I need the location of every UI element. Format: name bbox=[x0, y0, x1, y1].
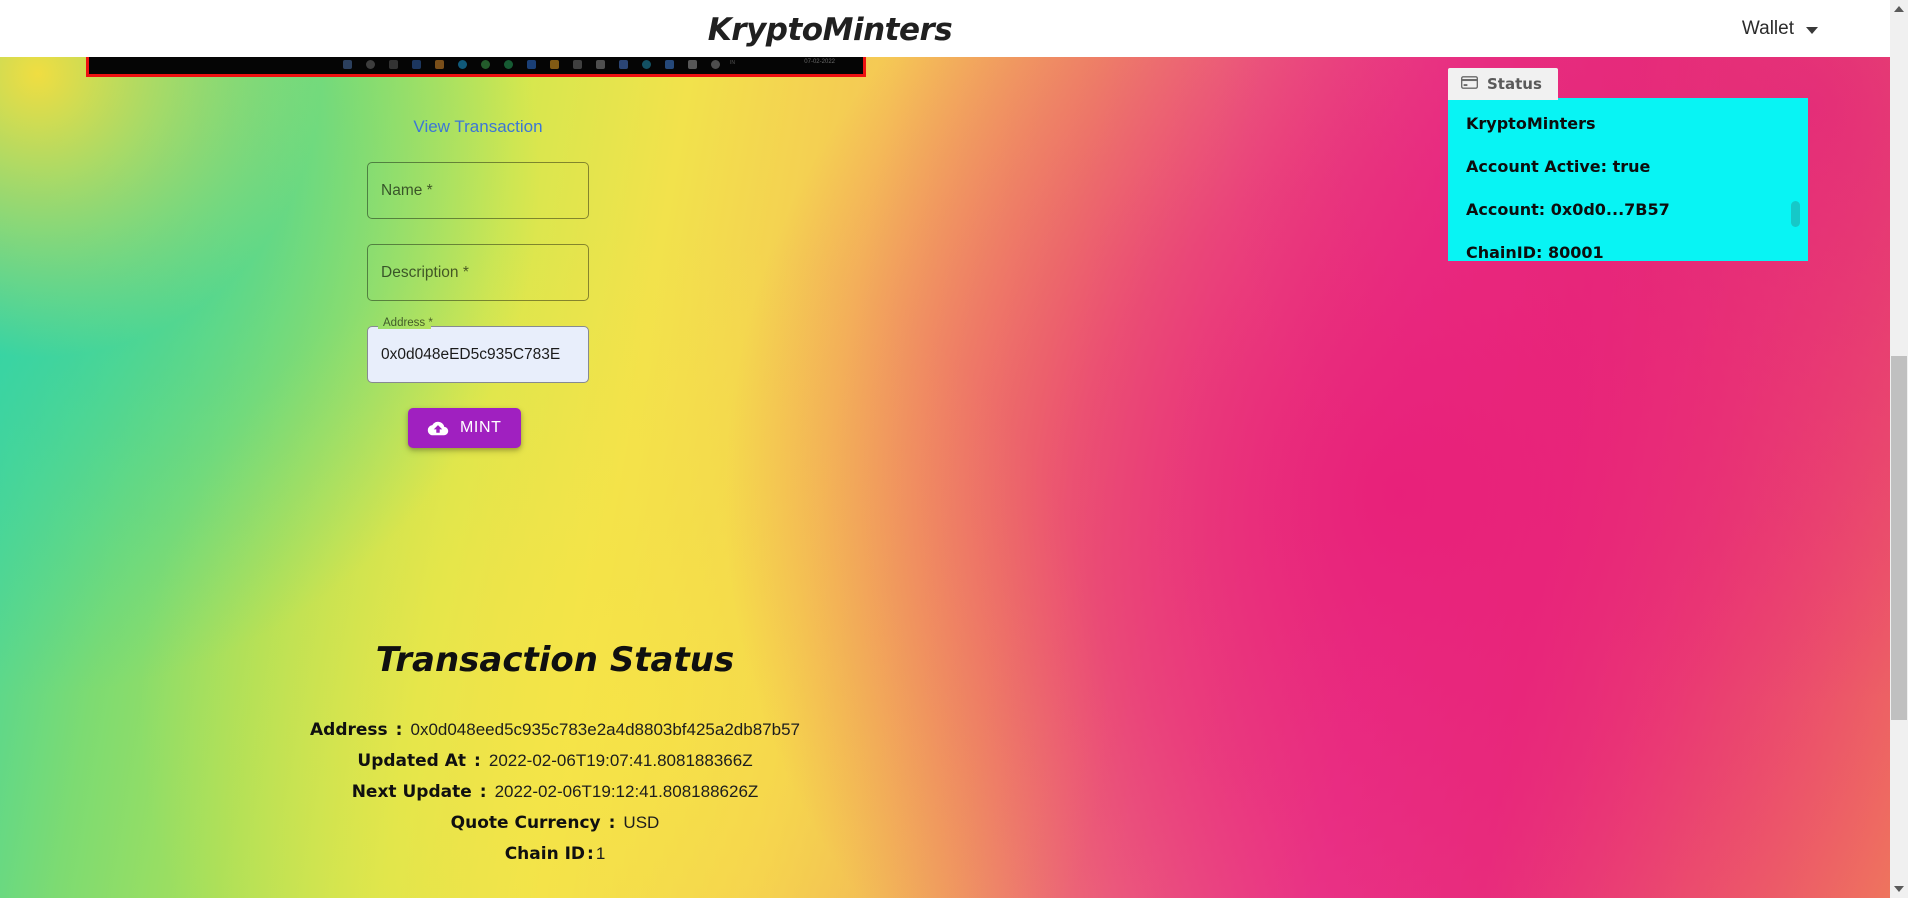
row-value: USD bbox=[623, 813, 660, 832]
row-separator: : bbox=[479, 782, 487, 802]
address-field-wrapper[interactable]: Address * bbox=[367, 317, 589, 383]
taskbar-icon bbox=[526, 60, 536, 69]
row-label: Address bbox=[310, 720, 388, 740]
transaction-status-heading: Transaction Status bbox=[375, 640, 735, 680]
browser-viewport: KryptoMinters Wallet IN 07-02-2022 View … bbox=[0, 0, 1908, 898]
window-scrollbar[interactable] bbox=[1890, 0, 1908, 898]
mint-button-label: MINT bbox=[460, 419, 502, 436]
status-panel-tab-label: Status bbox=[1487, 75, 1542, 93]
taskbar-icon bbox=[411, 60, 421, 69]
chevron-down-icon bbox=[1806, 27, 1818, 34]
transaction-status-row: Address : 0x0d048eed5c935c783e2a4d8803bf… bbox=[0, 720, 1100, 740]
transaction-status-row: Next Update : 2022-02-06T19:12:41.808188… bbox=[0, 782, 1100, 802]
row-separator: : bbox=[608, 813, 616, 833]
page-background: IN 07-02-2022 View Transaction Name * De… bbox=[0, 57, 1890, 898]
taskbar-icon bbox=[457, 60, 467, 69]
mint-button[interactable]: MINT bbox=[408, 408, 521, 448]
status-panel-body: KryptoMinters Account Active: true Accou… bbox=[1448, 98, 1808, 261]
row-separator: : bbox=[587, 844, 594, 864]
taskbar-icon bbox=[595, 60, 605, 69]
row-value: 0x0d048eed5c935c783e2a4d8803bf425a2db87b… bbox=[410, 720, 800, 739]
taskbar-icon bbox=[664, 60, 674, 69]
taskbar-icon bbox=[503, 60, 513, 69]
row-separator: : bbox=[395, 720, 403, 740]
row-separator: : bbox=[474, 751, 481, 771]
taskbar-locale: IN bbox=[730, 60, 735, 66]
mint-form: View Transaction Name * Description * Ad… bbox=[367, 117, 589, 448]
scroll-up-arrow-icon[interactable] bbox=[1890, 0, 1908, 18]
transaction-status-row: Quote Currency : USD bbox=[0, 813, 1100, 833]
description-input[interactable] bbox=[367, 244, 589, 301]
row-label: Updated At bbox=[357, 751, 467, 771]
taskbar-icon bbox=[549, 60, 559, 69]
taskbar-icon bbox=[434, 60, 444, 69]
status-line-app-name: KryptoMinters bbox=[1466, 114, 1596, 133]
row-label: Next Update bbox=[351, 782, 472, 802]
name-field-wrapper[interactable]: Name * bbox=[367, 162, 589, 219]
address-input[interactable] bbox=[367, 326, 589, 383]
taskbar-icon bbox=[641, 60, 651, 69]
app-header: KryptoMinters Wallet bbox=[0, 0, 1890, 57]
row-label: Quote Currency bbox=[450, 813, 601, 833]
taskbar-clock: 07-02-2022 bbox=[804, 59, 835, 65]
embedded-screenshot-image[interactable]: IN 07-02-2022 bbox=[86, 57, 866, 77]
scroll-down-arrow-icon[interactable] bbox=[1890, 880, 1908, 898]
taskbar-icon bbox=[365, 60, 375, 69]
status-panel: Status KryptoMinters Account Active: tru… bbox=[1448, 68, 1808, 261]
row-value: 2022-02-06T19:12:41.808188626Z bbox=[494, 782, 759, 801]
status-line-account: Account: 0x0d0...7B57 bbox=[1466, 200, 1670, 219]
wallet-menu-label: Wallet bbox=[1741, 18, 1794, 39]
view-transaction-link[interactable]: View Transaction bbox=[367, 117, 589, 137]
row-value: 2022-02-06T19:07:41.808188366Z bbox=[488, 751, 753, 770]
taskbar-icon bbox=[572, 60, 582, 69]
taskbar-icon bbox=[388, 60, 398, 69]
status-line-account-active: Account Active: true bbox=[1466, 157, 1651, 176]
scrollbar-thumb[interactable] bbox=[1891, 356, 1907, 720]
taskbar-icons bbox=[89, 57, 863, 74]
description-field-wrapper[interactable]: Description * bbox=[367, 244, 589, 301]
page-title: KryptoMinters bbox=[707, 12, 953, 48]
status-panel-tab[interactable]: Status bbox=[1448, 68, 1558, 100]
taskbar-icon bbox=[687, 60, 697, 69]
row-label: Chain ID bbox=[504, 844, 586, 864]
name-input[interactable] bbox=[367, 162, 589, 219]
transaction-status-row: Chain ID : 1 bbox=[0, 844, 1100, 864]
credit-card-icon bbox=[1461, 75, 1478, 93]
taskbar-icon bbox=[342, 60, 352, 69]
taskbar-icon bbox=[710, 60, 720, 69]
status-line-chainid: ChainID: 80001 bbox=[1466, 243, 1604, 261]
transaction-status-section: Transaction Status Address : 0x0d048eed5… bbox=[0, 640, 1100, 875]
status-panel-scrollbar-thumb[interactable] bbox=[1791, 201, 1800, 227]
taskbar-icon bbox=[618, 60, 628, 69]
taskbar-icon bbox=[480, 60, 490, 69]
wallet-menu-button[interactable]: Wallet bbox=[1742, 18, 1818, 40]
row-value: 1 bbox=[595, 844, 606, 863]
cloud-upload-icon bbox=[427, 420, 449, 437]
transaction-status-row: Updated At : 2022-02-06T19:07:41.8081883… bbox=[0, 751, 1100, 771]
